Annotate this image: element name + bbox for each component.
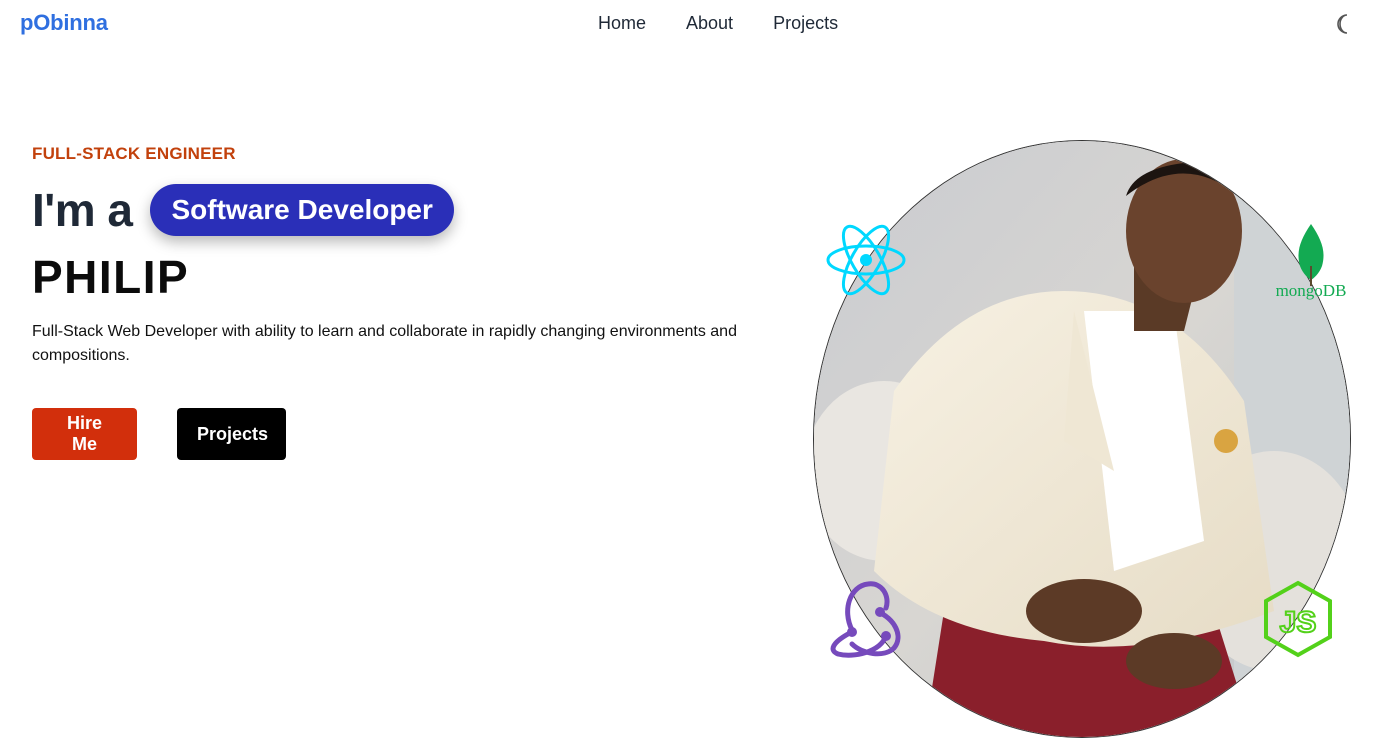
- hero-name: PHILIP: [32, 251, 190, 303]
- theme-toggle-button[interactable]: [1332, 12, 1356, 36]
- nodejs-icon: JS: [1264, 580, 1332, 658]
- nav-projects[interactable]: Projects: [773, 13, 838, 34]
- hero-bio: Full-Stack Web Developer with ability to…: [32, 323, 737, 364]
- projects-button[interactable]: Projects: [177, 408, 286, 460]
- main-nav: Home About Projects: [598, 13, 838, 34]
- mongodb-wordmark: mongoDB: [1276, 281, 1347, 300]
- nav-about[interactable]: About: [686, 13, 733, 34]
- moon-icon: [1337, 14, 1348, 34]
- nav-home[interactable]: Home: [598, 13, 646, 34]
- hire-me-button[interactable]: Hire Me: [32, 408, 137, 460]
- redux-icon: [830, 581, 901, 658]
- nodejs-wordmark: JS: [1280, 606, 1317, 639]
- site-logo[interactable]: pObinna: [20, 10, 108, 36]
- hero-intro: I'm a: [32, 184, 133, 236]
- hero-headline: I'm a Software Developer: [32, 184, 454, 236]
- mongodb-icon: mongoDB: [1276, 224, 1347, 300]
- role-badge: Software Developer: [150, 184, 454, 236]
- react-icon: [826, 224, 906, 296]
- hero-eyebrow: FULL-STACK ENGINEER: [32, 144, 236, 163]
